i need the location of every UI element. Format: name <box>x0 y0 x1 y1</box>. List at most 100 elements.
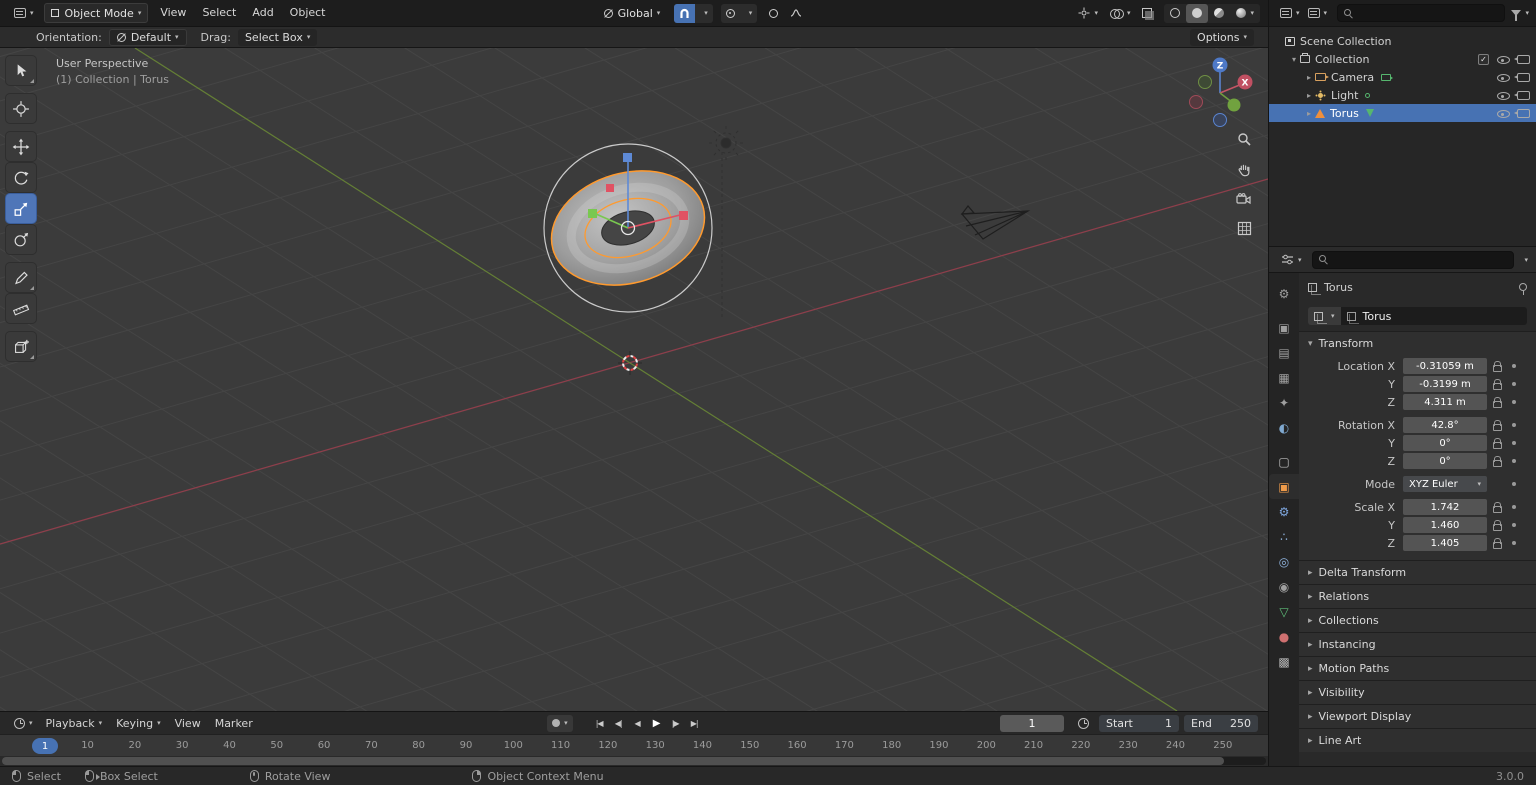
shading-wireframe-button[interactable] <box>1164 4 1186 23</box>
outliner-searchbox[interactable] <box>1337 4 1505 22</box>
animate-dot-icon[interactable] <box>1512 459 1516 463</box>
tool-add-cube-button[interactable] <box>6 332 36 361</box>
scrollbar-thumb[interactable] <box>2 757 1224 765</box>
location-y-field[interactable]: -0.3199 m <box>1403 376 1487 392</box>
proportional-falloff-dropdown[interactable] <box>784 3 808 23</box>
shading-solid-button[interactable] <box>1186 4 1208 23</box>
previous-keyframe-button[interactable]: ◀| <box>610 715 627 732</box>
properties-tab-collection[interactable]: ▢ <box>1269 449 1299 474</box>
line-art-panel-header[interactable]: ▸Line Art <box>1299 729 1536 752</box>
menu-playback[interactable]: Playback▾ <box>39 717 110 730</box>
outliner-editor-type-button[interactable]: ▾ <box>1276 3 1304 23</box>
location-x-field[interactable]: -0.31059 m <box>1403 358 1487 374</box>
hide-in-viewport-icon[interactable] <box>1496 53 1510 65</box>
toggle-perspective-button[interactable] <box>1237 221 1252 239</box>
animate-dot-icon[interactable] <box>1512 505 1516 509</box>
properties-tab-object-data[interactable]: ▽ <box>1269 599 1299 624</box>
auto-keying-record-icon[interactable] <box>552 719 560 727</box>
lock-icon[interactable] <box>1493 460 1502 467</box>
properties-tab-object[interactable]: ▣ <box>1269 474 1299 499</box>
expand-arrow-icon[interactable]: ▾ <box>1288 55 1300 64</box>
scale-x-field[interactable]: 1.742 <box>1403 499 1487 515</box>
mode-dropdown[interactable]: Object Mode ▾ <box>44 3 149 23</box>
animate-dot-icon[interactable] <box>1512 400 1516 404</box>
axis-z-neg-ball[interactable] <box>1214 114 1227 127</box>
tool-measure-button[interactable] <box>6 294 36 323</box>
object-name-field[interactable]: Torus <box>1341 307 1527 325</box>
show-gizmos-dropdown[interactable]: ▾ <box>1072 3 1104 23</box>
properties-tab-modifiers[interactable]: ⚙ <box>1269 499 1299 524</box>
properties-options-chevron[interactable]: ▾ <box>1524 256 1528 264</box>
properties-tab-physics[interactable]: ◎ <box>1269 549 1299 574</box>
outliner-search-input[interactable] <box>1354 8 1499 19</box>
timeline-editor-type-button[interactable]: ▾ <box>8 713 39 733</box>
hide-in-viewport-icon[interactable] <box>1496 71 1510 83</box>
proportional-editing-button[interactable] <box>763 3 784 23</box>
lock-icon[interactable] <box>1493 401 1502 408</box>
axis-x-neg-ball[interactable] <box>1190 96 1203 109</box>
animate-dot-icon[interactable] <box>1512 523 1516 527</box>
tool-orientation-dropdown[interactable]: Default ▾ <box>109 29 187 46</box>
properties-tab-texture[interactable]: ▩ <box>1269 649 1299 674</box>
frame-start-field[interactable]: Start 1 <box>1099 715 1179 732</box>
scale-z-field[interactable]: 1.405 <box>1403 535 1487 551</box>
expand-arrow-icon[interactable]: ▸ <box>1303 109 1315 118</box>
menu-add[interactable]: Add <box>244 3 281 23</box>
lock-icon[interactable] <box>1493 506 1502 513</box>
properties-tab-view-layer[interactable]: ▦ <box>1269 365 1299 390</box>
lock-icon[interactable] <box>1493 524 1502 531</box>
filter-icon[interactable] <box>1511 10 1521 16</box>
properties-tab-scene[interactable]: ✦ <box>1269 390 1299 415</box>
tool-annotate-button[interactable] <box>6 263 36 292</box>
play-button[interactable]: ▶ <box>648 715 665 732</box>
properties-tab-render[interactable]: ▣ <box>1269 315 1299 340</box>
camera-view-button[interactable] <box>1236 193 1252 208</box>
disable-in-renders-icon[interactable] <box>1517 109 1530 118</box>
properties-tab-particles[interactable]: ∴ <box>1269 524 1299 549</box>
viewport-display-panel-header[interactable]: ▸Viewport Display <box>1299 705 1536 728</box>
next-keyframe-button[interactable]: |▶ <box>667 715 684 732</box>
lock-icon[interactable] <box>1493 424 1502 431</box>
toggle-xray-button[interactable] <box>1136 3 1158 23</box>
properties-tab-constraints[interactable]: ◉ <box>1269 574 1299 599</box>
animate-dot-icon[interactable] <box>1512 482 1516 486</box>
collections-panel-header[interactable]: ▸Collections <box>1299 609 1536 632</box>
snap-toggle-button[interactable] <box>674 4 695 23</box>
tool-scale-button[interactable] <box>6 194 36 223</box>
show-overlays-dropdown[interactable]: ▾ <box>1104 3 1137 23</box>
expand-arrow-icon[interactable]: ▸ <box>1303 91 1315 100</box>
animate-dot-icon[interactable] <box>1512 423 1516 427</box>
motion-paths-panel-header[interactable]: ▸Motion Paths <box>1299 657 1536 680</box>
menu-tl-view[interactable]: View <box>168 717 208 730</box>
delta-transform-panel-header[interactable]: ▸Delta Transform <box>1299 561 1536 584</box>
timeline-ruler[interactable]: 1102030405060708090100110120130140150160… <box>0 734 1268 756</box>
disable-in-renders-icon[interactable] <box>1517 55 1530 64</box>
lock-icon[interactable] <box>1493 383 1502 390</box>
gizmo-y-handle[interactable] <box>588 209 597 218</box>
zoom-button[interactable] <box>1237 132 1252 150</box>
gizmo-z-handle[interactable] <box>623 153 632 162</box>
jump-to-end-button[interactable]: ▶| <box>686 715 703 732</box>
visibility-panel-header[interactable]: ▸Visibility <box>1299 681 1536 704</box>
navigation-gizmo[interactable]: Z X <box>1182 54 1260 135</box>
camera-object[interactable] <box>962 206 1028 239</box>
animate-dot-icon[interactable] <box>1512 441 1516 445</box>
disable-in-renders-icon[interactable] <box>1517 91 1530 100</box>
properties-searchbox[interactable] <box>1312 251 1515 269</box>
animate-dot-icon[interactable] <box>1512 364 1516 368</box>
rotation-y-field[interactable]: 0° <box>1403 435 1487 451</box>
play-reverse-button[interactable]: ◀ <box>629 715 646 732</box>
menu-keying[interactable]: Keying▾ <box>109 717 167 730</box>
properties-tab-output[interactable]: ▤ <box>1269 340 1299 365</box>
scale-y-field[interactable]: 1.460 <box>1403 517 1487 533</box>
properties-tab-tool[interactable]: ⚙ <box>1269 281 1299 306</box>
jump-to-start-button[interactable]: |◀ <box>591 715 608 732</box>
hide-in-viewport-icon[interactable] <box>1496 107 1510 119</box>
current-frame-field[interactable]: 1 <box>1000 715 1064 732</box>
shading-material-button[interactable] <box>1208 4 1230 23</box>
properties-tab-world[interactable]: ◐ <box>1269 415 1299 440</box>
id-type-selector[interactable]: ▾ <box>1308 307 1341 325</box>
options-dropdown[interactable]: Options ▾ <box>1190 29 1254 46</box>
animate-dot-icon[interactable] <box>1512 541 1516 545</box>
rotation-mode-field[interactable]: XYZ Euler▾ <box>1403 476 1487 492</box>
